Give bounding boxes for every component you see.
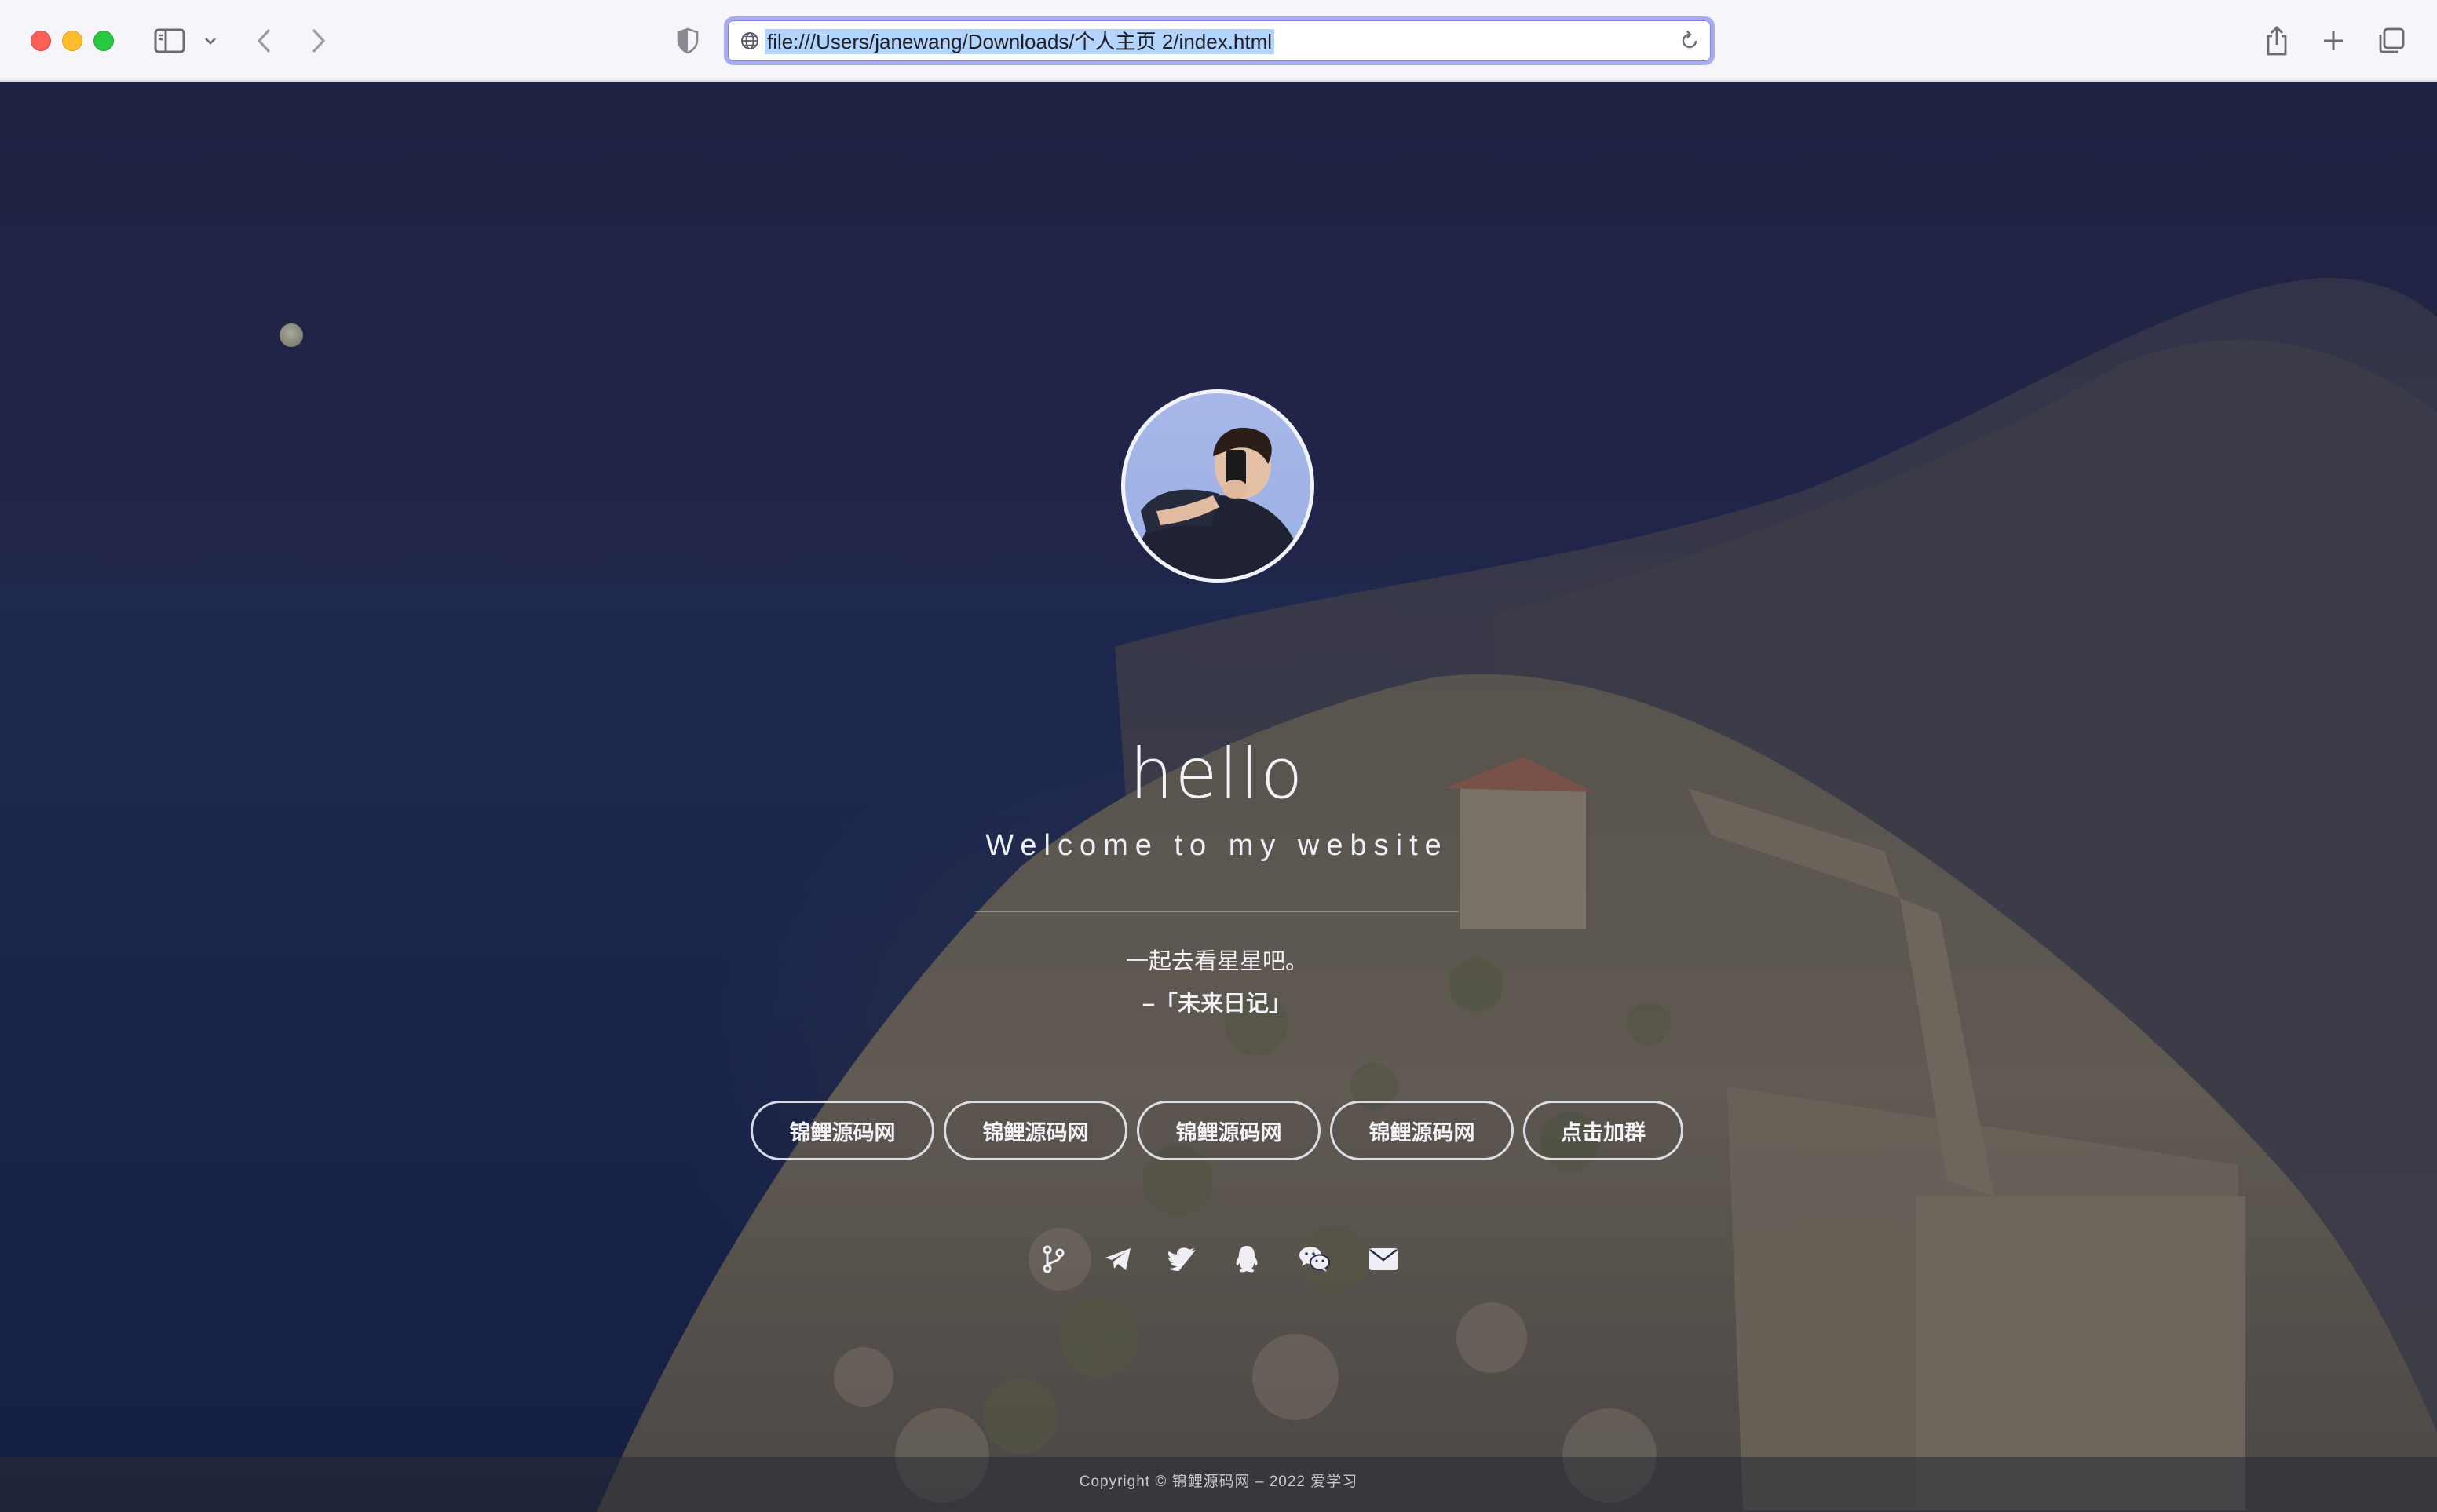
page-footer: Copyright © 锦鲤源码网 – 2022 爱学习 (0, 1457, 2437, 1512)
copyright-text: Copyright © 锦鲤源码网 – 2022 爱学习 (1079, 1474, 1358, 1490)
join-group-button[interactable]: 点击加群 (1523, 1101, 1683, 1160)
link-button-2[interactable]: 锦鲤源码网 (944, 1101, 1127, 1160)
globe-icon (740, 31, 759, 54)
reload-icon[interactable] (1679, 30, 1700, 56)
avatar-portrait-image (1133, 427, 1303, 579)
web-page: hello Welcome to my website 一起去看星星吧。 –「未… (0, 82, 2437, 1512)
social-links (1036, 1242, 1405, 1276)
zoom-window-button[interactable] (93, 31, 114, 51)
link-button-1[interactable]: 锦鲤源码网 (751, 1101, 934, 1160)
url-text[interactable]: file:///Users/janewang/Downloads/个人主页 2/… (765, 29, 1275, 54)
git-branch-icon[interactable] (1036, 1242, 1071, 1276)
tab-overview-icon[interactable] (2374, 24, 2409, 58)
chevron-down-icon[interactable] (201, 24, 220, 58)
browser-window: file:///Users/janewang/Downloads/个人主页 2/… (0, 0, 2437, 1512)
wechat-icon[interactable] (1297, 1242, 1332, 1276)
quote-text: 一起去看星星吧。 (1125, 949, 1308, 974)
sidebar-toggle-icon[interactable] (152, 24, 187, 58)
link-button-4[interactable]: 锦鲤源码网 (1330, 1101, 1514, 1160)
close-window-button[interactable] (31, 31, 51, 51)
quote-source: –「未来日记」 (1142, 992, 1292, 1017)
forward-arrow-icon[interactable] (305, 24, 333, 58)
email-icon[interactable] (1366, 1242, 1401, 1276)
link-button-group: 锦鲤源码网 锦鲤源码网 锦鲤源码网 锦鲤源码网 点击加群 (751, 1101, 1685, 1160)
divider (975, 911, 1459, 912)
address-bar[interactable]: file:///Users/janewang/Downloads/个人主页 2/… (724, 16, 1715, 65)
back-arrow-icon[interactable] (250, 24, 278, 58)
link-button-3[interactable]: 锦鲤源码网 (1137, 1101, 1321, 1160)
browser-toolbar: file:///Users/janewang/Downloads/个人主页 2/… (0, 0, 2437, 82)
new-tab-icon[interactable] (2316, 24, 2351, 58)
greeting-heading: hello (1129, 733, 1305, 814)
moon (280, 323, 303, 347)
minimize-window-button[interactable] (62, 31, 82, 51)
avatar (1121, 389, 1314, 583)
share-icon[interactable] (2260, 24, 2294, 58)
twitter-icon[interactable] (1165, 1242, 1200, 1276)
welcome-subtitle: Welcome to my website (985, 829, 1449, 862)
privacy-shield-icon[interactable] (674, 24, 702, 58)
telegram-icon[interactable] (1101, 1242, 1135, 1276)
qq-icon[interactable] (1229, 1242, 1264, 1276)
